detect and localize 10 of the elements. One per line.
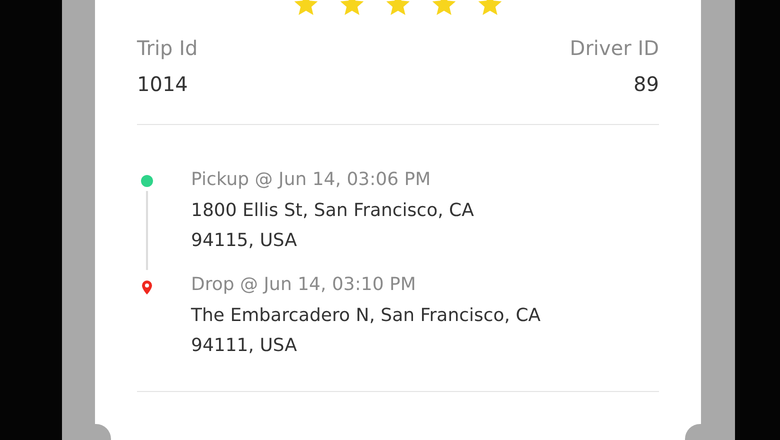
driver-id-value: 89 <box>634 72 659 96</box>
trip-id-value: 1014 <box>137 72 189 96</box>
stop-time: Pickup @ Jun 14, 03:06 PM <box>191 169 432 190</box>
trip-id-label: Trip Id <box>137 36 198 60</box>
stop-time: Drop @ Jun 14, 03:10 PM <box>191 274 417 295</box>
stop-address: 1800 Ellis St, San Francisco, CA 94115, USA <box>191 199 474 253</box>
driver-id-label: Driver ID <box>570 36 659 60</box>
pickup-dot-icon <box>141 175 153 187</box>
stop-address: The Embarcadero N, San Francisco, CA 94111, USA <box>191 304 541 358</box>
location-pin-icon <box>141 280 153 295</box>
